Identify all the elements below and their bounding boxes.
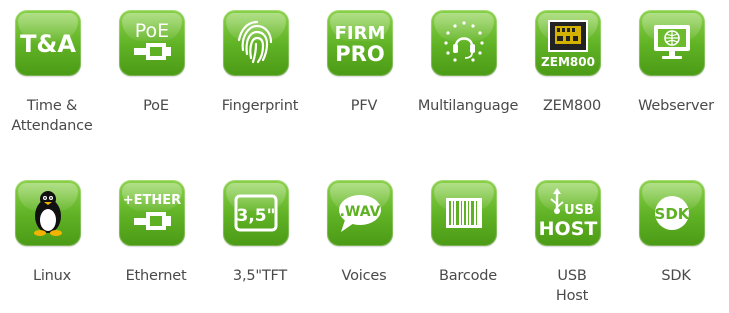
usb-icon-text: USB — [564, 203, 594, 218]
ethernet-icon: +ETHER — [119, 180, 185, 246]
barcode-icon — [431, 180, 497, 246]
feature-label: Barcode — [438, 268, 498, 284]
feature-label: USB Host — [555, 268, 589, 304]
ethernet-icon-text: +ETHER — [123, 193, 181, 208]
tft-screen-icon: 3,5" — [223, 180, 289, 246]
feature-label: Multilanguage — [417, 98, 519, 114]
feature-icon-grid: T&A Time & Attendance PoE PoE Fingerprin… — [0, 0, 729, 313]
sdk-icon: SDK — [639, 180, 705, 246]
feature-label: Webserver — [638, 98, 714, 114]
feature-label: ZEM800 — [542, 98, 602, 114]
poe-icon-text: PoE — [135, 20, 169, 42]
feature-label: SDK — [661, 268, 691, 284]
feature-label: Voices — [341, 268, 387, 284]
zem800-icon-text: ZEM800 — [541, 55, 595, 69]
voices-bubble-icon: .WAV — [327, 180, 393, 246]
time-attendance-icon: T&A — [15, 10, 81, 76]
voices-icon-text: .WAV — [340, 204, 381, 220]
host-icon-text: HOST — [539, 218, 598, 240]
feature-label: Fingerprint — [221, 98, 299, 114]
usb-host-icon: USB HOST — [535, 180, 601, 246]
multilanguage-headset-icon — [431, 10, 497, 76]
fingerprint-icon — [223, 10, 289, 76]
webserver-monitor-icon — [639, 10, 705, 76]
firmware-pro-icon: FIRM PRO — [327, 10, 393, 76]
firmware-pro-text-2: PRO — [335, 42, 384, 66]
feature-label: Time & Attendance — [11, 98, 93, 134]
linux-penguin-icon — [15, 180, 81, 246]
zem800-chip-icon: ZEM800 — [535, 10, 601, 76]
feature-label: Ethernet — [125, 268, 187, 284]
feature-label: PoE — [143, 98, 169, 114]
sdk-icon-text: SDK — [655, 205, 691, 223]
feature-label: Linux — [32, 268, 72, 284]
firmware-pro-text-1: FIRM — [335, 23, 386, 44]
time-attendance-icon-text: T&A — [20, 30, 76, 58]
feature-label: 3,5"TFT — [232, 268, 288, 284]
feature-label: PFV — [350, 98, 378, 114]
tft-icon-text: 3,5" — [237, 206, 276, 226]
poe-icon: PoE — [119, 10, 185, 76]
